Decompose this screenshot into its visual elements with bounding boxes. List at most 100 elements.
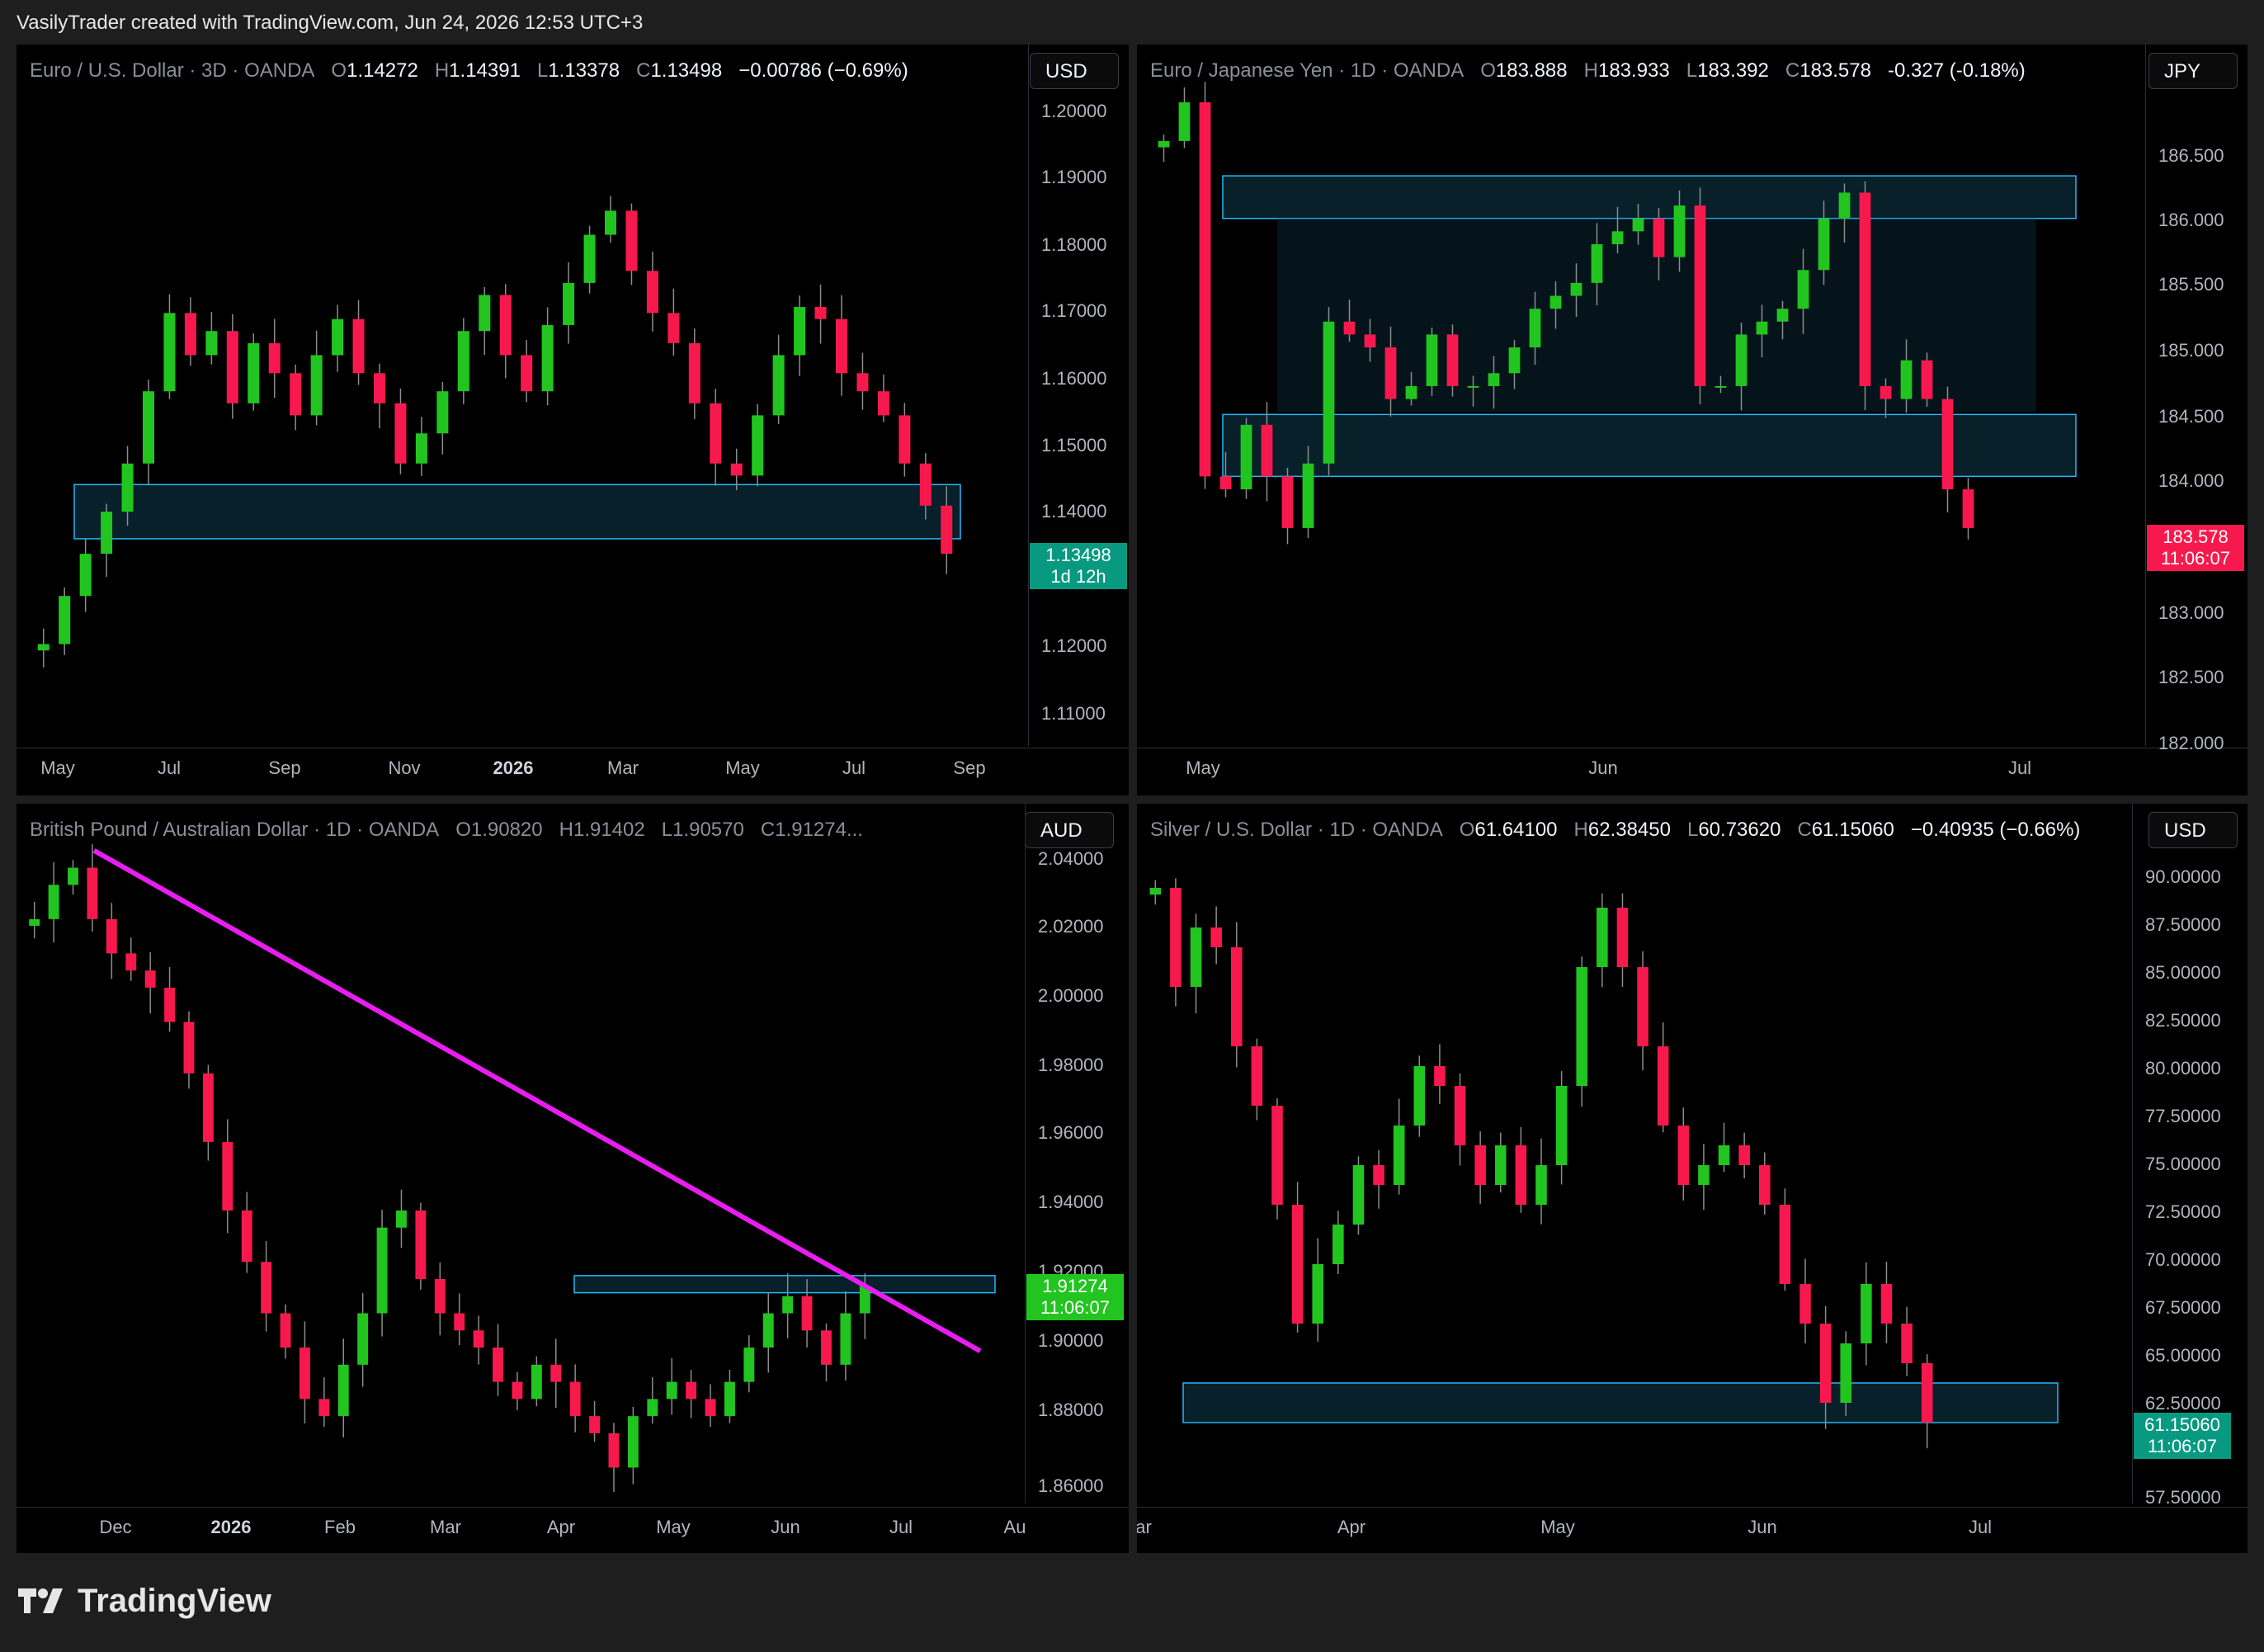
- price-tick-label: 87.50000: [2145, 914, 2221, 935]
- time-tick-label: Jul: [1968, 1517, 1993, 1537]
- ohlc-high: 1.14391: [449, 59, 521, 82]
- currency-button[interactable]: USD: [2148, 812, 2238, 848]
- candle-body: [479, 295, 491, 332]
- chart-panel-eurjpy[interactable]: Euro / Japanese Yen · 1D · OANDA O183.88…: [1137, 45, 2247, 795]
- time-axis[interactable]: [17, 1507, 1129, 1508]
- time-tick-label: May: [1540, 1517, 1575, 1537]
- candle-body: [1880, 1284, 1893, 1324]
- candle-body: [1474, 1145, 1486, 1185]
- time-axis[interactable]: [1137, 1507, 2247, 1508]
- price-tick-label: 1.16000: [1041, 368, 1107, 389]
- price-tick-label: 186.000: [2158, 210, 2224, 230]
- bar-countdown: 11:06:07: [1040, 1297, 1110, 1318]
- candle-body: [241, 1210, 252, 1263]
- candle-body: [1715, 385, 1727, 388]
- ohlc-close: 1.13498: [650, 59, 723, 82]
- candle-body: [143, 391, 154, 464]
- zone-rect[interactable]: [73, 484, 961, 540]
- chart-panel-gbpaud[interactable]: British Pound / Australian Dollar · 1D ·…: [17, 804, 1129, 1553]
- price-axis[interactable]: [2132, 804, 2133, 1503]
- candle-body: [801, 1296, 813, 1331]
- candle-body: [222, 1141, 233, 1211]
- candle-body: [856, 373, 869, 392]
- time-tick-label: May: [1186, 758, 1220, 778]
- price-axis[interactable]: [2145, 45, 2146, 746]
- currency-button[interactable]: USD: [1030, 53, 1119, 89]
- candle-body: [688, 342, 700, 404]
- ohlc-change: −0.40935 (−0.66%): [1910, 819, 2081, 841]
- bar-countdown: 1d 12h: [1050, 566, 1106, 587]
- candle-body: [101, 512, 113, 555]
- candle-body: [1352, 1165, 1365, 1225]
- price-tick-label: 1.19000: [1041, 167, 1107, 187]
- candle-body: [1673, 205, 1686, 257]
- ohlc-open: 1.14272: [347, 59, 418, 82]
- candle-body: [106, 918, 117, 954]
- price-tick-label: 182.000: [2158, 733, 2224, 753]
- symbol-legend: Euro / U.S. Dollar · 3D · OANDA O1.14272…: [30, 59, 908, 82]
- time-tick-label: Mar: [430, 1517, 461, 1537]
- candle-body: [59, 596, 71, 644]
- candle-body: [1405, 385, 1417, 399]
- candle-body: [394, 403, 407, 464]
- ohlc-open: 1.90820: [470, 819, 543, 841]
- candle-body: [48, 885, 59, 919]
- ohlc-low: 1.90570: [672, 819, 744, 841]
- time-tick-label: Sep: [268, 758, 301, 778]
- symbol-title: Euro / Japanese Yen · 1D · OANDA: [1150, 59, 1465, 82]
- ohlc-change: -0.327 (-0.18%): [1888, 59, 2026, 82]
- time-tick-label: May: [40, 758, 75, 778]
- last-price-value: 61.15060: [2144, 1414, 2220, 1435]
- last-price-value: 1.91274: [1042, 1276, 1108, 1296]
- price-axis[interactable]: [1025, 804, 1026, 1503]
- candle-body: [37, 644, 50, 651]
- ohlc-change: −0.00786 (−0.69%): [738, 59, 908, 82]
- candle-body: [1632, 218, 1644, 232]
- price-tick-label: 1.86000: [1038, 1475, 1104, 1496]
- candle-body: [205, 331, 218, 356]
- price-tick-label: 1.88000: [1038, 1399, 1104, 1420]
- ohlc-low: 60.73620: [1698, 819, 1781, 841]
- price-tick-label: 184.500: [2158, 406, 2224, 427]
- candle-body: [762, 1313, 774, 1348]
- candle-body: [376, 1227, 388, 1314]
- price-tick-label: 2.00000: [1038, 985, 1104, 1006]
- time-tick-label: Mar: [607, 758, 639, 778]
- candle-body: [1149, 888, 1162, 895]
- time-tick-label: Jun: [1588, 758, 1618, 778]
- chart-panel-xagusd[interactable]: Silver / U.S. Dollar · 1D · OANDA O61.64…: [1137, 804, 2247, 1553]
- tradingview-logo[interactable]: TradingView: [18, 1583, 271, 1620]
- candle-body: [814, 307, 827, 319]
- time-tick-label: Nov: [388, 758, 421, 778]
- chart-panel-eurusd[interactable]: Euro / U.S. Dollar · 3D · OANDA O1.14272…: [17, 45, 1129, 795]
- symbol-legend: Euro / Japanese Yen · 1D · OANDA O183.88…: [1150, 59, 2026, 82]
- zone-rect[interactable]: [573, 1275, 996, 1294]
- candle-body: [821, 1330, 832, 1365]
- ohlc-high: 183.933: [1597, 59, 1670, 82]
- trendline[interactable]: [92, 848, 982, 1353]
- zone-rect[interactable]: [1222, 175, 2077, 219]
- time-tick-label: Apr: [546, 1517, 576, 1537]
- candle-body: [1178, 102, 1191, 141]
- candle-body: [1549, 295, 1562, 309]
- candle-body: [521, 355, 533, 392]
- price-axis[interactable]: [1028, 45, 1029, 746]
- currency-button[interactable]: AUD: [1025, 812, 1114, 848]
- time-tick-label: Jul: [889, 1517, 913, 1537]
- price-tick-label: 62.50000: [2145, 1393, 2221, 1414]
- candle-body: [164, 987, 176, 1022]
- candle-body: [299, 1348, 310, 1399]
- candle-body: [1454, 1086, 1466, 1145]
- price-tick-label: 1.18000: [1041, 234, 1107, 255]
- candle-body: [121, 463, 134, 512]
- price-tick-label: 70.00000: [2145, 1249, 2221, 1270]
- candle-body: [666, 1381, 677, 1399]
- currency-button[interactable]: JPY: [2148, 53, 2238, 89]
- price-tick-label: 1.98000: [1038, 1055, 1104, 1075]
- price-tick-label: 65.00000: [2145, 1345, 2221, 1366]
- price-tick-label: 1.14000: [1041, 501, 1107, 522]
- candle-body: [541, 324, 554, 392]
- candle-body: [290, 373, 302, 416]
- candle-body: [625, 210, 638, 271]
- symbol-title: Euro / U.S. Dollar · 3D · OANDA: [30, 59, 315, 82]
